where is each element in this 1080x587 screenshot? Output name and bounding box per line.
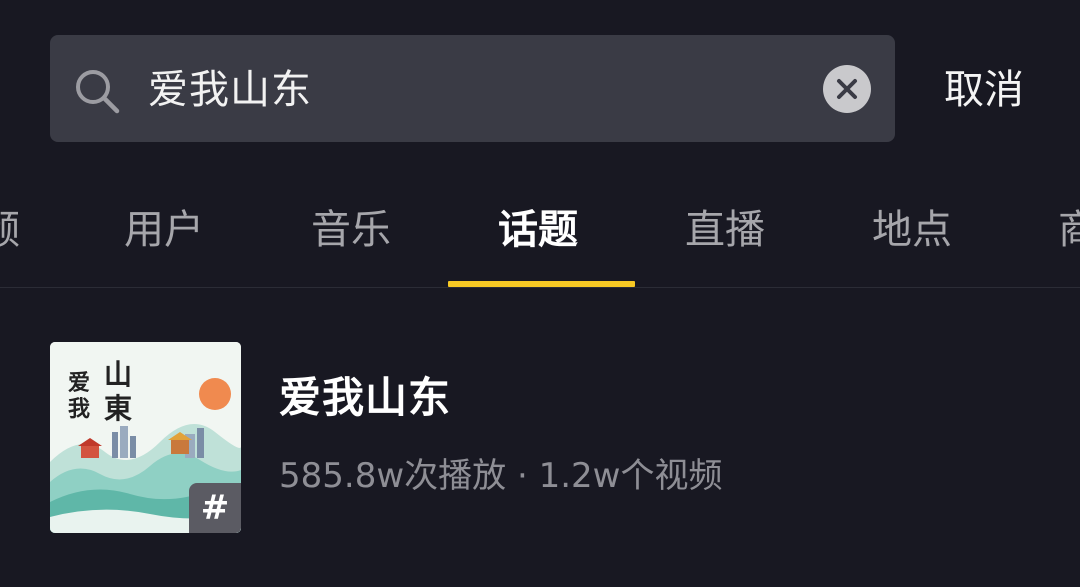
tab-live[interactable]: 直播 [685, 195, 765, 265]
clear-search-button[interactable] [823, 65, 871, 113]
tab-music[interactable]: 音乐 [311, 195, 391, 265]
svg-text:山: 山 [104, 358, 132, 391]
search-icon [72, 66, 122, 116]
topic-thumbnail: 爱 我 山 東 # [50, 342, 241, 533]
play-count: 585.8w次播放 [279, 456, 507, 496]
svg-text:我: 我 [68, 396, 90, 422]
svg-text:東: 東 [104, 392, 132, 425]
video-count: 1.2w个视频 [538, 456, 723, 496]
hashtag-badge: # [189, 483, 241, 533]
search-results-page: 爱我山东 取消 频 用户 音乐 话题 直播 地点 商 [0, 0, 1080, 587]
tab-topics[interactable]: 话题 [498, 195, 578, 265]
cancel-button[interactable]: 取消 [944, 62, 1024, 118]
tab-users[interactable]: 用户 [124, 195, 204, 265]
search-input[interactable]: 爱我山东 [148, 62, 312, 118]
topic-stats: 585.8w次播放 · 1.2w个视频 [279, 452, 722, 500]
topic-result-item[interactable]: 爱 我 山 東 # 爱我山东 585.8w次播放 · 1.2w个视频 [0, 288, 1080, 587]
svg-text:爱: 爱 [68, 370, 90, 396]
tab-places[interactable]: 地点 [872, 195, 952, 265]
tab-video[interactable]: 频 [0, 195, 20, 265]
topic-title: 爱我山东 [279, 373, 452, 422]
stats-separator: · [516, 456, 528, 496]
tab-products[interactable]: 商 [1058, 195, 1080, 265]
result-tabs: 频 用户 音乐 话题 直播 地点 商 [0, 195, 1080, 265]
close-icon [837, 79, 857, 99]
